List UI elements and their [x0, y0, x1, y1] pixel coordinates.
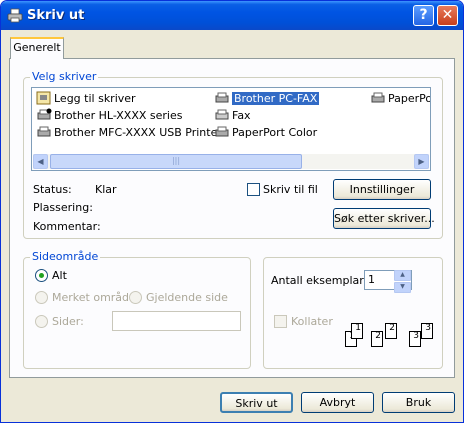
title-bar[interactable]: Skriv ut ? ✕ — [1, 1, 463, 30]
printer-item-add[interactable]: Legg til skriver — [36, 91, 136, 107]
comment-label: Kommentar: — [33, 220, 101, 233]
cancel-button[interactable]: Avbryt — [301, 392, 374, 413]
printer-item-label: PaperPo — [388, 92, 430, 105]
range-all-label: Alt — [52, 269, 67, 282]
range-pages-label: Sider: — [52, 315, 84, 328]
collate-page: 3 — [421, 323, 433, 339]
close-button[interactable]: ✕ — [437, 5, 458, 26]
spin-down-icon[interactable]: ▼ — [394, 282, 411, 293]
printer-group-label: Velg skriver — [30, 70, 99, 83]
range-current-radio[interactable] — [129, 291, 142, 304]
printer-title-icon — [7, 8, 23, 23]
printer-item-paperport[interactable]: PaperPo — [370, 91, 430, 107]
add-printer-icon — [36, 91, 51, 105]
page-range-input[interactable] — [112, 311, 241, 331]
scroll-thumb[interactable]: ||| — [50, 154, 302, 169]
printer-list-scrollbar[interactable]: ◀ ||| ▶ — [33, 154, 429, 169]
printer-item-label: Brother PC-FAX — [232, 92, 320, 105]
copies-label: Antall eksemplarer: — [271, 274, 379, 287]
print-to-file-label: Skriv til fil — [263, 183, 318, 196]
status-value: Klar — [95, 183, 117, 196]
window-title: Skriv ut — [27, 8, 85, 23]
printer-item-fax[interactable]: Fax — [214, 108, 251, 124]
printer-icon — [37, 126, 51, 137]
range-selection-radio[interactable] — [35, 291, 48, 304]
status-label: Status: — [33, 183, 72, 196]
apply-button[interactable]: Bruk — [382, 392, 455, 413]
location-label: Plassering: — [33, 201, 93, 214]
print-dialog: Skriv ut ? ✕ Generelt Velg skriver Legg … — [0, 0, 464, 423]
printer-icon — [215, 126, 229, 137]
printer-item-label: Brother HL-XXXX series — [54, 109, 183, 122]
printer-item-paperport-color[interactable]: PaperPort Color — [214, 125, 317, 141]
spin-up-icon[interactable]: ▲ — [394, 270, 411, 281]
printer-item-label: PaperPort Color — [232, 126, 318, 139]
printer-item-label: Legg til skriver — [54, 92, 136, 105]
scroll-right-icon[interactable]: ▶ — [414, 154, 429, 169]
print-to-file-checkbox[interactable] — [247, 183, 260, 196]
printer-default-icon — [37, 108, 52, 120]
range-selection-label: Merket område — [52, 291, 136, 304]
settings-button[interactable]: Innstillinger — [333, 179, 431, 200]
print-button[interactable]: Skriv ut — [220, 392, 293, 413]
collate-page: 1 — [351, 323, 363, 339]
range-all-radio[interactable] — [35, 269, 48, 282]
printer-icon — [371, 92, 385, 103]
fax-icon — [215, 109, 229, 120]
scroll-left-icon[interactable]: ◀ — [33, 154, 48, 169]
printer-item-label: Brother MFC-XXXX USB Printer — [54, 126, 222, 139]
find-printer-button[interactable]: Søk etter skriver... — [333, 208, 435, 229]
page-range-label: Sideområde — [30, 250, 101, 263]
range-pages-radio[interactable] — [35, 315, 48, 328]
printer-item-label: Fax — [232, 109, 251, 122]
help-button[interactable]: ? — [413, 5, 434, 26]
copies-value: 1 — [368, 273, 375, 286]
collate-page: 2 — [371, 331, 383, 347]
collate-page: 2 — [385, 323, 397, 339]
range-current-label: Gjeldende side — [146, 291, 228, 304]
tab-generelt[interactable]: Generelt — [10, 37, 64, 59]
copies-spinner[interactable]: ▲ ▼ — [394, 270, 411, 293]
fax-printer-icon — [215, 92, 229, 103]
printer-item-brother-pcfax[interactable]: Brother PC-FAX — [214, 91, 320, 107]
collate-label: Kollater — [291, 315, 333, 328]
printer-item-brother-hl[interactable]: Brother HL-XXXX series — [36, 108, 182, 124]
collate-checkbox[interactable] — [274, 315, 287, 328]
printer-item-brother-mfc[interactable]: Brother MFC-XXXX USB Printer — [36, 125, 222, 141]
collate-page: 3 — [409, 331, 421, 347]
printer-list[interactable]: Legg til skriver Brother HL-XXXX series … — [31, 87, 431, 171]
